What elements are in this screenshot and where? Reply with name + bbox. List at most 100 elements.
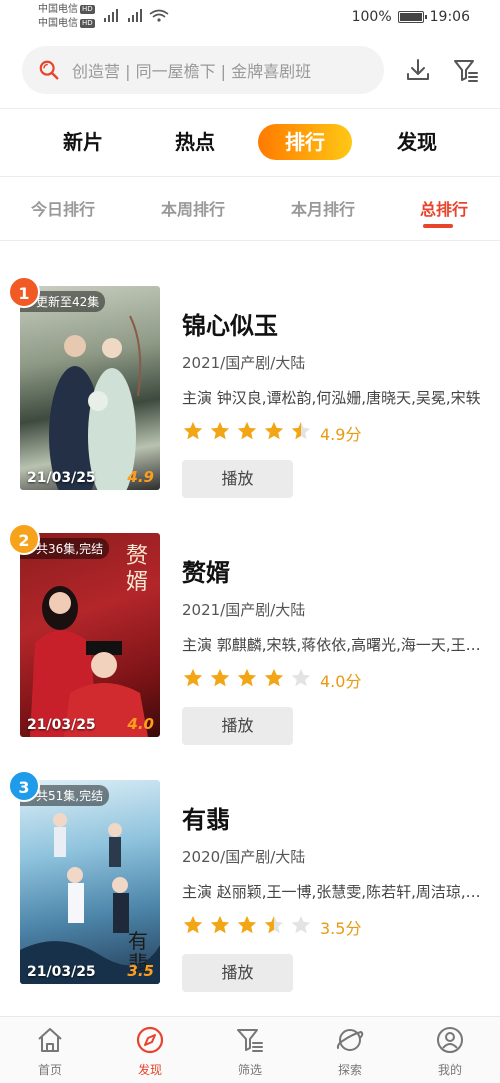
- ranking-subtabs: 今日排行 本周排行 本月排行 总排行: [0, 186, 500, 232]
- star-icon: [264, 915, 284, 934]
- home-icon: [38, 1028, 62, 1052]
- nav-home-label: 首页: [37, 1063, 62, 1077]
- poster-date: 21/03/25: [27, 470, 96, 486]
- item-title[interactable]: 赘婿: [182, 553, 230, 588]
- carrier-2: 中国电信: [38, 18, 78, 29]
- nav-home[interactable]: 首页: [20, 1025, 80, 1078]
- star-icon: [210, 668, 230, 687]
- search-icon: [39, 60, 59, 80]
- star-icon: [291, 668, 311, 687]
- star-rating: [182, 420, 317, 442]
- tab-new[interactable]: 新片: [48, 124, 118, 160]
- star-icon: [291, 421, 311, 440]
- planet-icon: [336, 1029, 364, 1051]
- rank-badge: 3: [8, 770, 40, 802]
- rank-badge: 2: [8, 523, 40, 555]
- tabs-divider: [0, 176, 500, 177]
- nav-discover-label: 发现: [137, 1063, 162, 1077]
- poster-art: 赘 婿: [30, 544, 148, 737]
- svg-text:赘: 赘: [126, 544, 148, 569]
- svg-text:有: 有: [128, 929, 148, 953]
- poster-image[interactable]: 更新至42集 21/03/25 4.9: [20, 286, 160, 490]
- subtab-today[interactable]: 今日排行: [13, 196, 113, 220]
- star-rating: [182, 914, 317, 936]
- play-button[interactable]: 播放: [182, 707, 293, 745]
- poster-date: 21/03/25: [27, 717, 96, 733]
- item-title[interactable]: 锦心似玉: [182, 306, 278, 341]
- tab-discover[interactable]: 发现: [382, 124, 452, 160]
- poster-art: [49, 315, 142, 490]
- star-icon: [237, 915, 257, 934]
- star-rating: [182, 667, 317, 689]
- hd-badge: HD: [80, 18, 95, 28]
- rating-score: 4.0分: [320, 672, 362, 691]
- poster-date: 21/03/25: [27, 964, 96, 980]
- rating-score: 3.5分: [320, 919, 362, 938]
- nav-profile-label: 我的: [437, 1063, 462, 1077]
- subtab-week[interactable]: 本周排行: [143, 196, 243, 220]
- battery-percent: 100%: [351, 9, 392, 25]
- poster-image[interactable]: 有 翡 共51集,完结 21/03/25 3.5: [20, 780, 160, 984]
- bottom-nav: 首页 发现 筛选 探索 我的: [0, 1016, 500, 1083]
- subtab-total[interactable]: 总排行: [394, 196, 494, 220]
- poster-score: 4.0: [127, 715, 154, 733]
- carrier-info: 中国电信 HD 中国电信 HD: [38, 3, 95, 31]
- poster-score: 3.5: [127, 962, 154, 980]
- rating-score: 4.9分: [320, 425, 362, 444]
- filter-icon: [237, 1029, 263, 1052]
- signal-icon: [104, 9, 169, 22]
- hd-badge: HD: [80, 4, 95, 14]
- list-item[interactable]: 3 有 翡 共51集,完结 21/03/25 3.5 有翡 2020/国产剧/大…: [0, 764, 500, 994]
- star-icon: [183, 421, 203, 440]
- nav-profile[interactable]: 我的: [420, 1025, 480, 1078]
- poster-art: 有 翡: [20, 813, 160, 984]
- active-subtab-indicator: [423, 224, 453, 228]
- star-icon: [210, 421, 230, 440]
- star-icon: [237, 421, 257, 440]
- star-icon: [291, 915, 311, 934]
- header-divider: [0, 108, 500, 109]
- star-icon: [210, 915, 230, 934]
- star-icon: [237, 668, 257, 687]
- play-button[interactable]: 播放: [182, 954, 293, 992]
- filter-icon[interactable]: [452, 56, 480, 84]
- list-item[interactable]: 1 更新至42集 21/03/25 4.9 锦心似玉 2021/国产剧/大陆 主…: [0, 270, 500, 500]
- top-tabs: 新片 热点 排行 发现: [0, 118, 500, 166]
- nav-filter[interactable]: 筛选: [220, 1025, 280, 1078]
- poster-score: 4.9: [127, 468, 154, 486]
- star-icon: [264, 668, 284, 687]
- search-placeholder: 创造营 | 同一屋檐下 | 金牌喜剧班: [72, 62, 312, 81]
- tab-hot[interactable]: 热点: [160, 124, 230, 160]
- list-item[interactable]: 2 赘 婿 共36集,完结 21/03/25 4.0 赘婿 2021/国产剧/大…: [0, 517, 500, 747]
- search-bar[interactable]: 创造营 | 同一屋檐下 | 金牌喜剧班: [22, 46, 384, 94]
- compass-icon: [136, 1026, 164, 1054]
- svg-text:婿: 婿: [126, 570, 148, 595]
- nav-discover[interactable]: 发现: [120, 1025, 180, 1078]
- status-right: 100% 19:06: [352, 9, 470, 25]
- nav-filter-label: 筛选: [237, 1063, 262, 1077]
- nav-explore[interactable]: 探索: [320, 1025, 380, 1078]
- star-icon: [183, 668, 203, 687]
- item-cast: 主演 郭麒麟,宋轶,蒋依依,高曙光,海一天,王诗龄: [182, 636, 482, 654]
- status-bar: 中国电信 HD 中国电信 HD 100% 19:06: [0, 0, 500, 34]
- subtab-month[interactable]: 本月排行: [273, 196, 373, 220]
- battery-icon: [397, 11, 427, 23]
- star-icon: [183, 915, 203, 934]
- item-cast: 主演 钟汉良,谭松韵,何泓姗,唐晓天,吴冕,宋轶: [182, 389, 481, 407]
- item-meta: 2021/国产剧/大陆: [182, 354, 306, 372]
- item-title[interactable]: 有翡: [182, 800, 230, 835]
- nav-explore-label: 探索: [337, 1063, 362, 1077]
- rank-badge: 1: [8, 276, 40, 308]
- subtabs-divider: [0, 240, 500, 241]
- tab-rank[interactable]: 排行: [258, 124, 352, 160]
- clock: 19:06: [429, 9, 470, 25]
- item-meta: 2020/国产剧/大陆: [182, 848, 306, 866]
- user-icon: [437, 1027, 463, 1053]
- carrier-1: 中国电信: [38, 4, 78, 15]
- poster-image[interactable]: 赘 婿 共36集,完结 21/03/25 4.0: [20, 533, 160, 737]
- star-icon: [264, 421, 284, 440]
- download-icon[interactable]: [404, 56, 432, 84]
- item-cast: 主演 赵丽颖,王一博,张慧雯,陈若轩,周洁琼,孟子义: [182, 883, 482, 901]
- play-button[interactable]: 播放: [182, 460, 293, 498]
- item-meta: 2021/国产剧/大陆: [182, 601, 306, 619]
